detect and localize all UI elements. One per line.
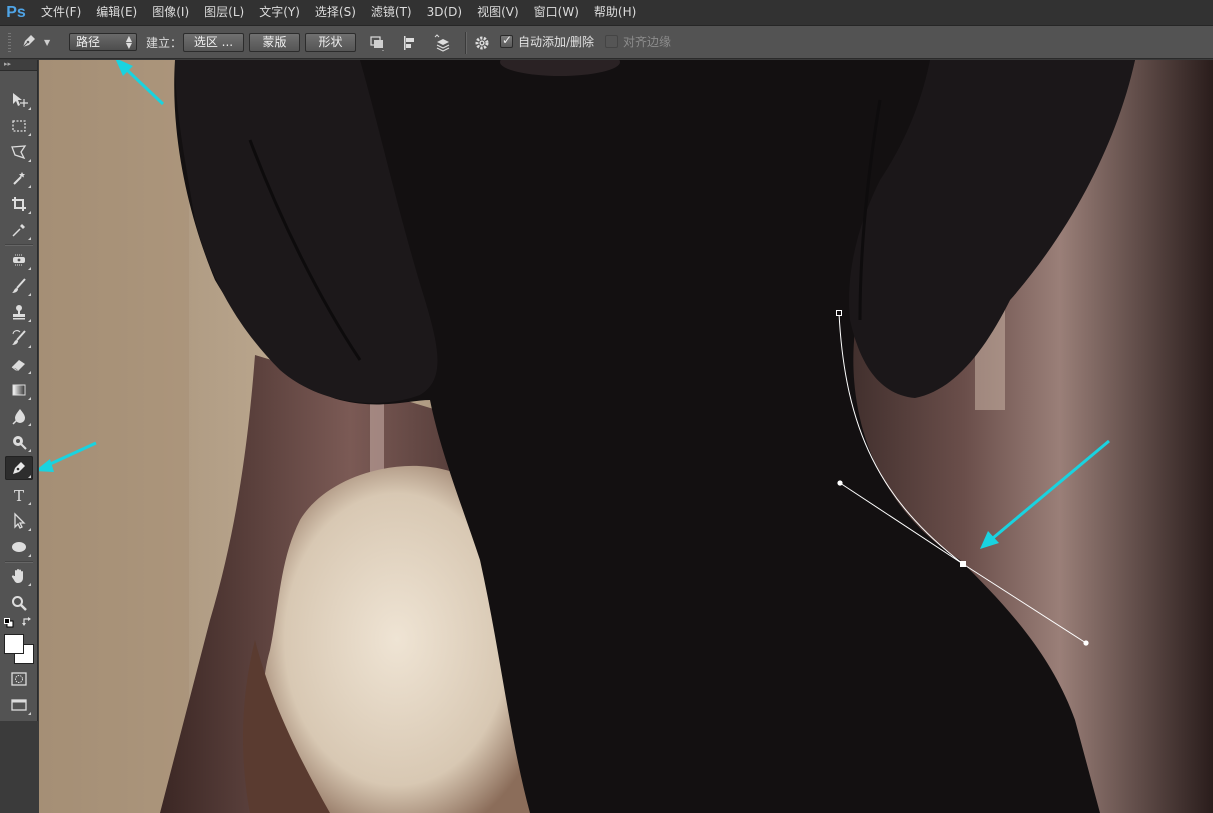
dodge-tool[interactable] [5, 430, 33, 454]
gear-icon[interactable] [470, 32, 494, 54]
mode-select[interactable]: 路径 ▲ ▼ [69, 33, 137, 51]
svg-text:T: T [14, 487, 24, 504]
chevron-down-icon: ▼ [44, 38, 51, 47]
direction-handle-in[interactable] [837, 480, 843, 486]
magnifier-icon [12, 596, 27, 611]
path-alignment-icon[interactable] [398, 32, 422, 54]
menu-image[interactable]: 图像(I) [143, 0, 195, 25]
default-colors-icon[interactable] [4, 617, 14, 628]
menu-edit[interactable]: 编辑(E) [87, 0, 143, 25]
swap-colors-icon[interactable] [22, 616, 34, 628]
photo-content [39, 60, 1213, 813]
anchor-point-selected[interactable] [960, 561, 966, 567]
clone-stamp-tool[interactable] [5, 300, 33, 324]
ellipse-icon [12, 542, 26, 552]
menu-bar: Ps 文件(F) 编辑(E) 图像(I) 图层(L) 文字(Y) 选择(S) 滤… [0, 0, 1213, 26]
updown-icon: ▲ ▼ [125, 34, 132, 50]
lasso-icon [11, 145, 27, 160]
rectangular-marquee-tool[interactable] [5, 114, 33, 138]
direction-handle-out[interactable] [1083, 640, 1089, 646]
path-operations-icon[interactable] [365, 32, 389, 54]
crop-tool[interactable] [5, 192, 33, 216]
toolbox-divider [5, 244, 33, 245]
blur-tool[interactable] [5, 404, 33, 428]
make-selection-button[interactable]: 选区 ... [183, 33, 244, 52]
spot-healing-brush-tool[interactable] [5, 248, 33, 272]
screen-mode-icon [11, 699, 27, 711]
anchor-point-start[interactable] [836, 310, 842, 316]
menu-file[interactable]: 文件(F) [32, 0, 87, 25]
menu-filter[interactable]: 滤镜(T) [362, 0, 418, 25]
history-brush-tool[interactable] [5, 326, 33, 350]
menu-view[interactable]: 视图(V) [468, 0, 525, 25]
toolbox-collapse-handle[interactable]: ▸▸ [0, 60, 37, 71]
brush-icon [12, 278, 26, 293]
toolbox-divider [5, 561, 33, 562]
photoshop-logo: Ps [6, 3, 26, 21]
eraser-icon [11, 360, 25, 371]
arrow-pointer-icon [14, 512, 26, 529]
ellipse-tool[interactable] [5, 535, 33, 559]
dodge-icon [13, 436, 27, 450]
eyedropper-icon [12, 224, 25, 237]
hand-icon [11, 569, 23, 583]
drop-icon [12, 409, 25, 425]
menu-window[interactable]: 窗口(W) [525, 0, 585, 25]
menu-help[interactable]: 帮助(H) [585, 0, 642, 25]
type-icon: T [14, 487, 24, 504]
options-divider [465, 32, 466, 54]
pen-icon [13, 462, 25, 474]
make-mask-button[interactable]: 蒙版 [249, 33, 300, 52]
mode-select-value: 路径 [76, 35, 101, 49]
menu-layer[interactable]: 图层(L) [195, 0, 250, 25]
bandage-icon [13, 254, 25, 266]
gradient-tool[interactable] [5, 378, 33, 402]
zoom-tool[interactable] [5, 591, 33, 615]
options-bar: ▼ 路径 ▲▼ 建立： 选区 ... 蒙版 形状 自动添加/删除 对齐边缘 [0, 26, 1213, 59]
options-bar-grip[interactable] [8, 33, 11, 53]
build-label: 建立： [146, 36, 183, 50]
magic-wand-icon [13, 172, 25, 185]
crop-icon [12, 197, 26, 211]
align-edges-label: 对齐边缘 [623, 35, 672, 49]
stamp-icon [13, 305, 25, 320]
quick-mask-icon [11, 672, 27, 686]
menu-3d[interactable]: 3D(D) [418, 0, 468, 25]
magic-wand-tool[interactable] [5, 166, 33, 190]
marquee-icon [12, 120, 26, 132]
hand-tool[interactable] [5, 564, 33, 588]
eyedropper-tool[interactable] [5, 218, 33, 242]
menu-type[interactable]: 文字(Y) [250, 0, 306, 25]
polygonal-lasso-tool[interactable] [5, 140, 33, 164]
move-icon [13, 93, 28, 107]
foreground-color-swatch[interactable] [4, 634, 24, 654]
document-canvas[interactable] [39, 60, 1213, 813]
history-brush-icon [12, 330, 26, 345]
auto-add-delete-label: 自动添加/删除 [518, 35, 595, 49]
brush-tool[interactable] [5, 274, 33, 298]
gradient-icon [12, 384, 26, 396]
auto-add-delete-checkbox[interactable] [500, 33, 513, 48]
pen-icon [20, 32, 38, 53]
pen-tool[interactable] [5, 456, 33, 480]
toolbox: ▸▸ T [0, 60, 38, 721]
type-tool[interactable]: T [5, 483, 33, 507]
menu-select[interactable]: 选择(S) [306, 0, 362, 25]
path-selection-tool[interactable] [5, 509, 33, 533]
make-shape-button[interactable]: 形状 [305, 33, 356, 52]
tool-preset-picker[interactable]: ▼ [20, 26, 58, 59]
align-edges-checkbox [605, 35, 618, 48]
screen-mode-button[interactable] [5, 693, 33, 717]
quick-mask-mode-button[interactable] [5, 667, 33, 691]
color-swatches [4, 632, 34, 664]
eraser-tool[interactable] [5, 352, 33, 376]
path-arrangement-icon[interactable] [431, 32, 455, 54]
move-tool[interactable] [5, 88, 33, 112]
